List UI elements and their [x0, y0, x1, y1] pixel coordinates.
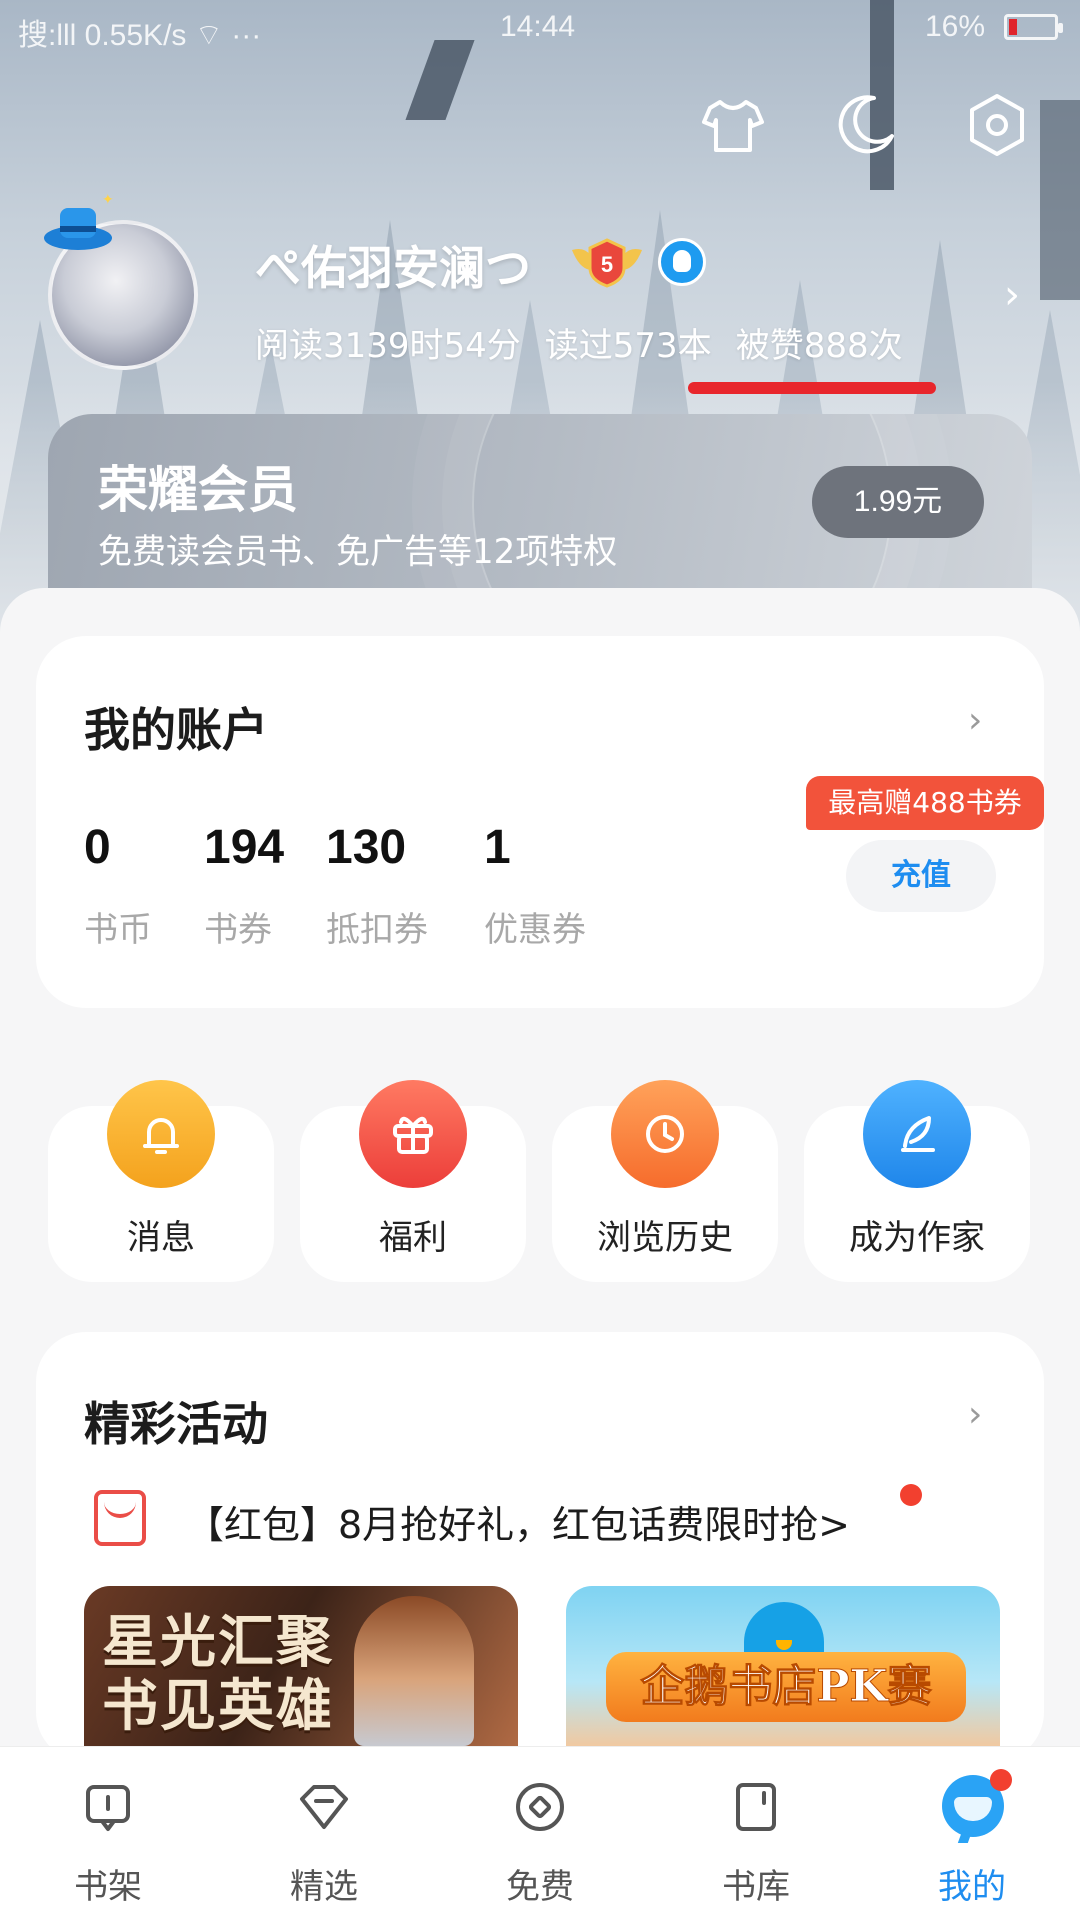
settings-hex-icon[interactable] [962, 90, 1032, 160]
history-label: 浏览历史 [597, 1218, 733, 1258]
featured-icon [300, 1785, 348, 1829]
ticket-label: 书券 [204, 910, 272, 950]
moon-icon[interactable] [830, 90, 900, 160]
event-notification-dot [900, 1484, 922, 1506]
banner-heroes-text: 星光汇聚 书见英雄 [102, 1609, 334, 1739]
library-icon [736, 1783, 776, 1831]
coin-value[interactable]: 0 [84, 820, 111, 875]
coupon-label: 优惠券 [484, 910, 586, 950]
deduction-value[interactable]: 130 [326, 820, 406, 875]
red-envelope-icon [94, 1490, 146, 1546]
me-notification-dot [990, 1769, 1012, 1791]
battery-percent: 16% [925, 10, 986, 43]
vip-price-button[interactable]: 1.99元 [812, 466, 984, 538]
nav-featured-label: 精选 [290, 1867, 358, 1907]
network-status: 搜:lll 0.55K/s ⌔ ··· [18, 19, 262, 52]
bookshelf-icon [86, 1785, 130, 1831]
vip-title: 荣耀会员 [98, 461, 298, 519]
nav-free[interactable]: 免费 [432, 1747, 648, 1920]
banner-pk-text: 企鹅书店PK赛 [606, 1652, 966, 1722]
profile-stats: 阅读3139时54分 读过573本 被赞888次 [255, 318, 903, 367]
qq-icon [658, 238, 706, 286]
feather-icon [863, 1080, 971, 1188]
banner-pk[interactable]: 企鹅书店PK赛 [566, 1586, 1000, 1746]
coin-label: 书币 [84, 910, 152, 950]
banner-heroes[interactable]: 星光汇聚 书见英雄 [84, 1586, 518, 1746]
event-link[interactable]: 【红包】8月抢好礼，红包话费限时抢> [186, 1494, 850, 1549]
clock-icon [611, 1080, 719, 1188]
vip-subtitle: 免费读会员书、免广告等12项特权 [98, 532, 618, 572]
nav-bookshelf[interactable]: 书架 [0, 1747, 216, 1920]
nav-me-label: 我的 [938, 1867, 1006, 1907]
activities-chevron-icon[interactable]: › [968, 1394, 982, 1435]
deduction-label: 抵扣券 [326, 910, 428, 950]
level-number: 5 [601, 252, 613, 277]
messages-label: 消息 [127, 1218, 195, 1258]
become-writer-label: 成为作家 [849, 1218, 985, 1258]
nav-bookshelf-label: 书架 [74, 1867, 142, 1907]
vip-card[interactable]: 荣耀会员 免费读会员书、免广告等12项特权 1.99元 [48, 414, 1032, 604]
read-time: 阅读3139时54分 [255, 326, 521, 366]
level-badge-icon: 5 [572, 238, 642, 288]
nav-library-label: 书库 [722, 1867, 790, 1907]
svg-text:✦: ✦ [102, 192, 114, 208]
nav-library[interactable]: 书库 [648, 1747, 864, 1920]
bell-icon [107, 1080, 215, 1188]
nav-free-label: 免费 [506, 1867, 574, 1907]
bottom-nav: 书架 精选 免费 书库 我的 [0, 1746, 1080, 1920]
free-icon [516, 1783, 564, 1831]
red-annotation-underline [688, 382, 936, 394]
nav-featured[interactable]: 精选 [216, 1747, 432, 1920]
activities-title: 精彩活动 [84, 1397, 268, 1451]
profile-chevron-icon[interactable]: › [1004, 272, 1020, 318]
gift-icon [359, 1080, 467, 1188]
ticket-value[interactable]: 194 [204, 820, 284, 875]
books-read: 读过573本 [544, 326, 712, 366]
welfare-label: 福利 [379, 1218, 447, 1258]
account-title: 我的账户 [84, 703, 268, 757]
clock: 14:44 [500, 10, 576, 43]
status-bar: 搜:lll 0.55K/s ⌔ ··· 14:44 16% [0, 0, 1080, 60]
coupon-value[interactable]: 1 [484, 820, 511, 875]
battery-icon [1004, 14, 1063, 40]
shirt-icon[interactable] [698, 90, 768, 160]
username[interactable]: ぺ佑羽安澜つ [255, 232, 531, 298]
hat-decoration-icon: ✦ [44, 192, 114, 250]
recharge-promo-tag: 最高赠488书券 [806, 776, 1044, 830]
nav-me[interactable]: 我的 [864, 1747, 1080, 1920]
recharge-button[interactable]: 充值 [846, 840, 996, 912]
account-chevron-icon[interactable]: › [968, 700, 982, 741]
likes-count: 被赞888次 [735, 326, 903, 366]
